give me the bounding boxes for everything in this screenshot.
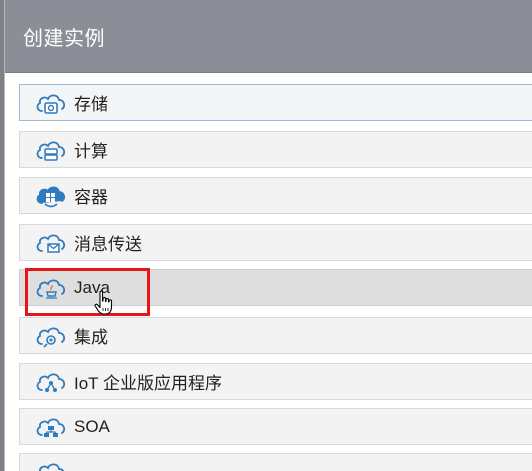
list-item-iot[interactable]: IoT 企业版应用程序 xyxy=(19,363,532,400)
list-item-label: 消息传送 xyxy=(74,235,142,254)
cloud-compute-icon xyxy=(32,137,70,163)
cloud-container-icon xyxy=(32,183,70,209)
hand-cursor-icon xyxy=(94,290,114,316)
list-item-label: 集成 xyxy=(74,328,108,347)
list-item-label: 存储 xyxy=(74,95,108,114)
list-item-storage[interactable]: 存储 xyxy=(19,84,532,121)
cloud-java-icon xyxy=(32,275,70,301)
cloud-integration-icon xyxy=(32,323,70,349)
list-item-partial[interactable] xyxy=(19,453,532,471)
list-item-container[interactable]: 容器 xyxy=(19,177,532,214)
cloud-messaging-icon xyxy=(32,230,70,256)
list-item-integration[interactable]: 集成 xyxy=(19,317,532,354)
dialog-title: 创建实例 xyxy=(23,27,105,50)
list-item-compute[interactable]: 计算 xyxy=(19,131,532,168)
cloud-icon xyxy=(32,459,70,471)
cloud-iot-icon xyxy=(32,369,70,395)
list-item-label: SOA xyxy=(74,416,110,436)
list-item-label: IoT 企业版应用程序 xyxy=(74,374,222,393)
list-item-label: 计算 xyxy=(74,142,108,161)
list-item-messaging[interactable]: 消息传送 xyxy=(19,224,532,261)
dialog-header: 创建实例 xyxy=(5,0,532,73)
page: 创建实例 存储 计算 容器 消息传送 Java 集成 IoT 企业版应用程序 S… xyxy=(0,0,532,471)
cloud-storage-icon xyxy=(32,90,70,116)
cloud-soa-icon xyxy=(32,414,70,440)
list-item-soa[interactable]: SOA xyxy=(19,408,532,445)
list-item-label: 容器 xyxy=(74,188,108,207)
